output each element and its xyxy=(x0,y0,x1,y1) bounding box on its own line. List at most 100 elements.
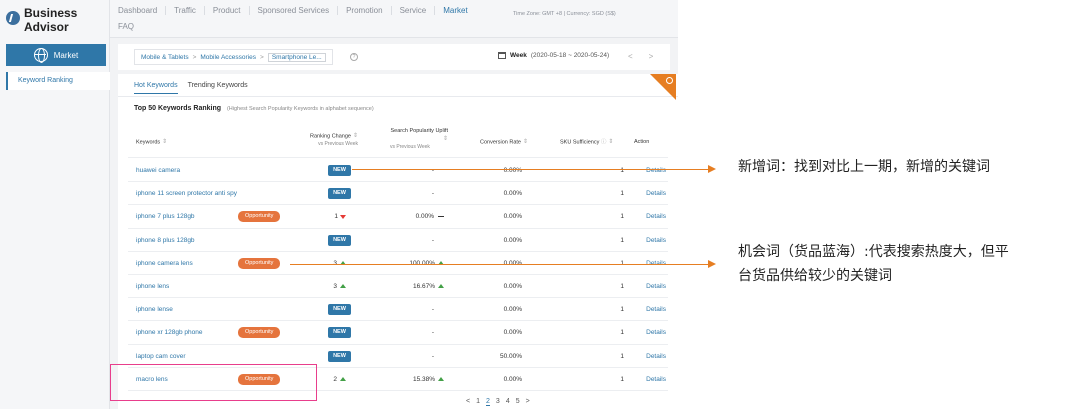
sort-icon[interactable]: ⇕ xyxy=(523,138,528,146)
details-link[interactable]: Details xyxy=(646,275,666,298)
ranking-change-value: 1 xyxy=(334,213,338,221)
nav-tab-faq[interactable]: FAQ xyxy=(118,22,134,31)
col-popularity-sub: vs Previous Week xyxy=(390,144,430,151)
page-1[interactable]: 1 xyxy=(476,398,480,406)
sort-icon[interactable]: ⇕ xyxy=(353,132,358,140)
conversion-rate: 0.00% xyxy=(503,282,522,290)
details-link[interactable]: Details xyxy=(646,298,666,321)
annotation-new-words: 新增词：找到对比上一期，新增的关键词 xyxy=(738,159,990,175)
page-4[interactable]: 4 xyxy=(506,398,510,406)
sku-sufficiency: 1 xyxy=(620,167,624,174)
keyword-tabs: Hot Keywords Trending Keywords xyxy=(134,82,248,94)
help-icon[interactable]: ⓘ xyxy=(601,139,607,145)
nav-tab-promotion[interactable]: Promotion xyxy=(338,6,392,15)
ranking-change: 1 xyxy=(334,205,346,228)
rank-down-icon xyxy=(340,214,346,219)
nav-tab-service[interactable]: Service xyxy=(392,6,436,15)
col-search-popularity[interactable]: Search Popularity Uplift⇕ vs Previous We… xyxy=(390,127,460,151)
nav-tab-dashboard[interactable]: Dashboard xyxy=(118,6,167,15)
search-popularity: - xyxy=(432,321,434,344)
keyword-link[interactable]: iphone lense xyxy=(136,298,173,321)
next-page-button[interactable]: > xyxy=(526,398,530,406)
conversion-rate: 0.00% xyxy=(503,236,522,244)
conversion-rate: 0.00% xyxy=(503,306,522,314)
sku-sufficiency: 1 xyxy=(620,213,624,221)
sort-icon[interactable]: ⇕ xyxy=(443,135,448,143)
col-keywords[interactable]: Keywords ⇕ xyxy=(136,138,167,146)
page-2[interactable]: 2 xyxy=(486,398,490,406)
prev-period-button[interactable]: < xyxy=(628,52,633,61)
nav-tab-sponsored-services[interactable]: Sponsored Services xyxy=(250,6,339,15)
conversion-rate: 0.00% xyxy=(503,329,522,337)
keyword-ranking-card: Hot Keywords Trending Keywords Top 50 Ke… xyxy=(118,74,678,409)
tab-hot-keywords[interactable]: Hot Keywords xyxy=(134,82,178,94)
globe-icon xyxy=(33,48,48,63)
keyword-link[interactable]: huawei camera xyxy=(136,159,180,182)
details-link[interactable]: Details xyxy=(646,345,666,368)
search-popularity-value: - xyxy=(431,236,434,244)
page-3[interactable]: 3 xyxy=(496,398,500,406)
nav-tab-product[interactable]: Product xyxy=(205,6,250,15)
table-row: iphone 7 plus 128gb Opportunity 1 0.00% 0.00… xyxy=(128,205,668,229)
next-period-button[interactable]: > xyxy=(649,52,654,61)
search-popularity: - xyxy=(432,182,434,205)
page-5[interactable]: 5 xyxy=(516,398,520,406)
top-navigation: Dashboard Traffic Product Sponsored Serv… xyxy=(110,0,678,38)
tab-divider xyxy=(118,96,678,97)
table-row: huawei camera NEW - 0.00% 1 Details xyxy=(128,159,668,183)
market-button[interactable]: Market xyxy=(6,44,106,66)
keyword-link[interactable]: iphone 8 plus 128gb xyxy=(136,229,195,252)
col-sku-sufficiency[interactable]: SKU Sufficiency ⓘ ⇕ xyxy=(560,138,613,146)
col-ranking-change[interactable]: Ranking Change ⇕ vs Previous Week xyxy=(298,132,358,148)
details-link[interactable]: Details xyxy=(646,159,666,182)
period-selector[interactable]: Week (2020-05-18 ~ 2020-05-24) xyxy=(498,52,609,59)
breadcrumb-item[interactable]: Mobile Accessories xyxy=(200,54,256,61)
table-row: iphone 11 screen protector anti spy NEW - 0… xyxy=(128,182,668,206)
conversion-rate: 0.00% xyxy=(503,213,522,221)
keyword-link[interactable]: iphone lens xyxy=(136,275,169,298)
category-dropdown[interactable]: Smartphone Le... xyxy=(267,52,326,62)
details-link[interactable]: Details xyxy=(646,368,666,391)
sort-icon[interactable]: ⇕ xyxy=(608,138,613,146)
section-subtitle: (Highest Search Popularity Keywords in a… xyxy=(226,106,374,112)
breadcrumb-item[interactable]: Mobile & Tablets xyxy=(141,54,189,61)
sku-sufficiency: 1 xyxy=(620,282,624,290)
brand-logo-icon xyxy=(6,11,20,25)
calendar-icon xyxy=(498,52,506,59)
annotation-arrow-head-new xyxy=(708,165,716,173)
market-button-label: Market xyxy=(53,50,79,60)
help-icon[interactable]: ? xyxy=(350,53,358,61)
details-link[interactable]: Details xyxy=(646,229,666,252)
prev-page-button[interactable]: < xyxy=(466,398,470,406)
details-link[interactable]: Details xyxy=(646,321,666,344)
keyword-link[interactable]: iphone 11 screen protector anti spy xyxy=(136,182,237,205)
table-body: huawei camera NEW -0.00% 1 Details iphone 11 … xyxy=(128,159,668,391)
keyword-link[interactable]: iphone camera lens xyxy=(136,252,193,275)
category-breadcrumb[interactable]: Mobile & Tablets > Mobile Accessories > … xyxy=(134,49,333,65)
details-link[interactable]: Details xyxy=(646,205,666,228)
search-popularity: 0.00% xyxy=(416,205,444,228)
nav-tab-traffic[interactable]: Traffic xyxy=(166,6,205,15)
nav-tab-market[interactable]: Market xyxy=(435,6,475,15)
col-conversion-rate[interactable]: Conversion Rate ⇕ xyxy=(480,138,528,146)
keyword-link[interactable]: iphone xr 128gb phone xyxy=(136,321,203,344)
col-conversion-label: Conversion Rate xyxy=(480,139,521,146)
sidebar-item-keyword-ranking[interactable]: Keyword Ranking xyxy=(6,72,110,90)
pagination: < 1 2 3 4 5 > xyxy=(466,398,530,406)
sort-icon[interactable]: ⇕ xyxy=(162,138,167,146)
annotation-opportunity-line-1: 机会词（货品蓝海）:代表搜索热度大，但平 xyxy=(738,244,1009,260)
sku-sufficiency: 1 xyxy=(620,329,624,337)
tab-trending-keywords[interactable]: Trending Keywords xyxy=(188,82,248,94)
opportunity-badge: Opportunity xyxy=(238,327,281,339)
sku-sufficiency: 1 xyxy=(620,190,624,198)
timezone-info: Time Zone: GMT +8 | Currency: SGD (S$) xyxy=(513,11,616,17)
sku-sufficiency: 1 xyxy=(620,352,624,360)
details-link[interactable]: Details xyxy=(646,182,666,205)
search-popularity-value: - xyxy=(431,329,434,337)
new-badge: NEW xyxy=(328,327,351,339)
keyword-link[interactable]: iphone 7 plus 128gb xyxy=(136,205,195,228)
section-title: Top 50 Keywords Ranking (Highest Search … xyxy=(134,105,374,112)
new-badge: NEW xyxy=(328,165,351,176)
annotation-arrow-new xyxy=(352,169,710,170)
new-badge: NEW xyxy=(328,188,351,200)
